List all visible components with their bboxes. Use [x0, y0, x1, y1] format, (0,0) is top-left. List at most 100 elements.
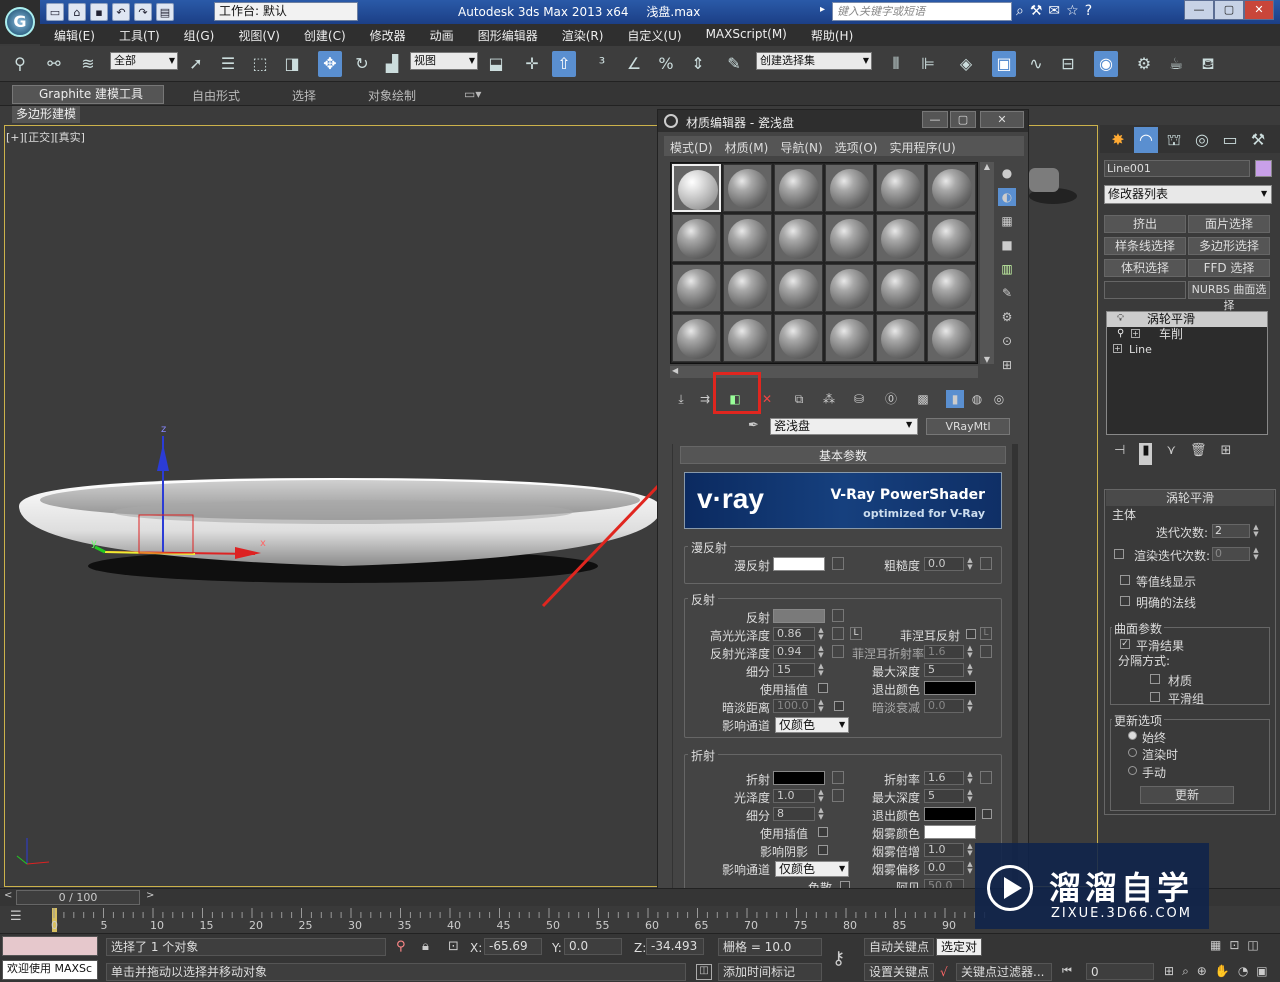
- new-file-icon[interactable]: ▭: [46, 3, 64, 21]
- basic-params-rollout-header[interactable]: 基本参数: [680, 446, 1006, 464]
- pin-stack-icon[interactable]: ⊣: [1114, 443, 1125, 465]
- selection-filter-dropdown[interactable]: 全部: [110, 52, 178, 70]
- material-slot[interactable]: [876, 214, 925, 262]
- fog-mult-field[interactable]: 1.0: [924, 843, 964, 857]
- fresnel-lock-button[interactable]: L: [980, 627, 992, 640]
- tab-object-paint[interactable]: 对象绘制: [368, 87, 416, 104]
- display-tab-icon[interactable]: ▭: [1218, 127, 1242, 153]
- isoline-checkbox[interactable]: [1120, 575, 1130, 585]
- tab-graphite[interactable]: Graphite 建模工具: [12, 85, 164, 104]
- material-slot[interactable]: [723, 264, 772, 312]
- spinner-snap-icon[interactable]: ⇕: [686, 51, 710, 77]
- object-color-swatch[interactable]: [1255, 160, 1272, 177]
- select-by-name-icon[interactable]: ☰: [216, 51, 240, 77]
- refr-gloss-map-button[interactable]: [832, 789, 844, 802]
- motion-tab-icon[interactable]: ◎: [1190, 127, 1214, 153]
- fog-color-swatch[interactable]: [924, 825, 976, 839]
- modify-tab-icon[interactable]: ◠: [1134, 127, 1158, 153]
- select-manipulate-icon[interactable]: ✛: [520, 51, 544, 77]
- update-render-radio[interactable]: [1128, 748, 1137, 757]
- search-arrow-icon[interactable]: ▸: [820, 4, 825, 15]
- show-end-result-icon[interactable]: ▮: [1139, 443, 1153, 465]
- dim-dist-spinner[interactable]: ▲ ▼: [817, 699, 825, 713]
- me-menu-utilities[interactable]: 实用程序(U): [883, 136, 955, 156]
- iterations-field[interactable]: 2: [1212, 524, 1250, 538]
- video-color-check-icon[interactable]: ▥: [998, 260, 1016, 278]
- me-menu-modes[interactable]: 模式(D): [664, 136, 713, 156]
- prev-frame-icon[interactable]: <: [4, 890, 12, 901]
- ffd-select-button[interactable]: FFD 选择: [1188, 259, 1270, 277]
- dim-falloff-spinner[interactable]: ▲ ▼: [966, 699, 974, 713]
- time-tag-icon[interactable]: ◫: [696, 964, 712, 980]
- select-scale-icon[interactable]: ▟: [380, 51, 404, 77]
- menu-create[interactable]: 创建(C): [290, 24, 356, 46]
- menu-help[interactable]: 帮助(H): [797, 24, 863, 46]
- hilight-gloss-spinner[interactable]: ▲ ▼: [817, 627, 825, 641]
- select-rotate-icon[interactable]: ↻: [350, 51, 374, 77]
- goto-start-icon[interactable]: ⏮: [1062, 964, 1072, 978]
- add-time-tag-button[interactable]: 添加时间标记: [718, 963, 822, 981]
- select-move-icon[interactable]: ✥: [318, 51, 342, 77]
- project-folder-icon[interactable]: ▤: [156, 3, 174, 21]
- maxscript-mini-listener[interactable]: 欢迎使用 MAXSc: [2, 960, 98, 980]
- poly-select-button[interactable]: 多边形选择: [1188, 237, 1270, 255]
- fog-bias-spinner[interactable]: ▲ ▼: [966, 861, 974, 875]
- key-selection-dropdown[interactable]: 选定对: [936, 938, 982, 956]
- material-type-button[interactable]: VRayMtl: [926, 418, 1010, 435]
- menu-group[interactable]: 组(G): [170, 24, 225, 46]
- stack-item-turbosmooth[interactable]: 涡轮平滑: [1107, 312, 1267, 327]
- refr-use-interp-checkbox[interactable]: [818, 827, 828, 837]
- update-button[interactable]: 更新: [1140, 786, 1234, 804]
- select-by-material-icon[interactable]: ⊙: [998, 332, 1016, 350]
- current-frame-field[interactable]: 0: [1086, 963, 1154, 980]
- fog-bias-field[interactable]: 0.0: [924, 861, 964, 875]
- hilight-gloss-map-button[interactable]: [832, 627, 844, 640]
- refr-max-depth-spinner[interactable]: ▲ ▼: [966, 789, 974, 803]
- key-filters-button[interactable]: 关键点过滤器...: [956, 963, 1052, 981]
- material-slot[interactable]: [672, 214, 721, 262]
- material-map-navigator-icon[interactable]: ⊞: [998, 356, 1016, 374]
- material-slot[interactable]: [774, 164, 823, 212]
- viewport-label[interactable]: [+][正交][真实]: [6, 129, 85, 145]
- set-key-button[interactable]: 设置关键点: [864, 963, 934, 981]
- dim-dist-field[interactable]: 100.0: [773, 699, 815, 713]
- options-icon[interactable]: ⚙: [998, 308, 1016, 326]
- default-tangent-icon[interactable]: √: [940, 965, 948, 979]
- material-slot[interactable]: [672, 314, 721, 362]
- redo-icon[interactable]: ↷: [134, 3, 152, 21]
- iterations-spinner[interactable]: ▲ ▼: [1252, 524, 1260, 538]
- field-of-view-icon[interactable]: ◫: [1247, 938, 1258, 952]
- material-slot[interactable]: [723, 164, 772, 212]
- menu-views[interactable]: 视图(V): [224, 24, 290, 46]
- isolate-selection-icon[interactable]: ⚲: [396, 939, 406, 954]
- absolute-mode-icon[interactable]: ⊡: [448, 939, 459, 954]
- refl-subdivs-field[interactable]: 15: [773, 663, 815, 677]
- modifier-list-dropdown[interactable]: 修改器列表: [1104, 185, 1272, 204]
- refl-max-depth-field[interactable]: 5: [924, 663, 964, 677]
- maximize-button[interactable]: ▢: [1214, 0, 1244, 20]
- ior-spinner[interactable]: ▲ ▼: [966, 771, 974, 785]
- edit-named-selection-icon[interactable]: ✎: [722, 51, 746, 77]
- app-logo[interactable]: G: [0, 0, 40, 44]
- maxscript-listener-pink[interactable]: [2, 936, 98, 956]
- make-preview-icon[interactable]: ✎: [998, 284, 1016, 302]
- graphite-toggle-icon[interactable]: ▣: [992, 51, 1016, 77]
- reference-coord-dropdown[interactable]: 视图: [410, 52, 478, 70]
- refl-affect-ch-dropdown[interactable]: 仅颜色: [775, 717, 849, 733]
- nurbs-select-button[interactable]: NURBS 曲面选择: [1188, 281, 1270, 312]
- material-slot[interactable]: [876, 314, 925, 362]
- ribbon-options-icon[interactable]: ▭▾: [464, 87, 481, 101]
- zoom-all-icon[interactable]: ⊕: [1197, 964, 1207, 979]
- dim-falloff-field[interactable]: 0.0: [924, 699, 964, 713]
- me-menu-navigation[interactable]: 导航(N): [774, 136, 822, 156]
- me-close-button[interactable]: ✕: [980, 111, 1024, 128]
- fresnel-ior-field[interactable]: 1.6: [924, 645, 964, 659]
- create-tab-icon[interactable]: ✸: [1106, 127, 1130, 153]
- material-slot[interactable]: [774, 214, 823, 262]
- material-slot[interactable]: [876, 164, 925, 212]
- roughness-map-button[interactable]: [980, 557, 992, 570]
- render-iters-checkbox[interactable]: [1114, 549, 1124, 559]
- remove-modifier-icon[interactable]: 🗑︎: [1190, 443, 1207, 465]
- help-icon[interactable]: ?: [1085, 3, 1092, 19]
- show-end-result-icon[interactable]: ▮: [946, 390, 964, 408]
